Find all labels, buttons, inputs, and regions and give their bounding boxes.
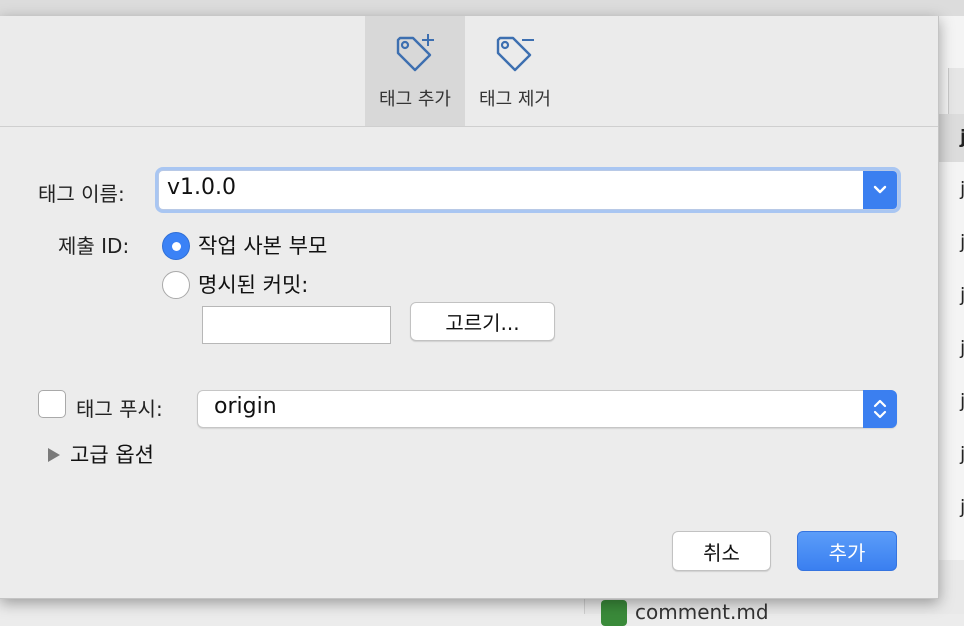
chevron-down-icon <box>873 185 887 194</box>
specified-commit-label[interactable]: 명시된 커밋: <box>198 269 308 299</box>
push-tag-checkbox[interactable] <box>38 390 66 418</box>
background-list-row: j <box>960 390 964 412</box>
background-commit-list: j j j j j j j j <box>938 16 964 614</box>
dialog-body: 태그 이름: v1.0.0 제출 ID: 작업 사본 부모 명시된 커밋: 고르… <box>0 127 938 598</box>
add-tag-tab[interactable]: 태그 추가 <box>365 16 465 126</box>
tag-name-dropdown-button[interactable] <box>863 171 897 209</box>
add-button[interactable]: 추가 <box>797 531 897 571</box>
remove-tag-tab[interactable]: 태그 제거 <box>465 16 565 126</box>
background-list-row: j <box>960 496 964 518</box>
background-list-row: j <box>960 443 964 465</box>
disclosure-triangle-icon[interactable] <box>46 447 62 463</box>
tag-remove-icon <box>496 36 534 72</box>
working-copy-parent-radio[interactable] <box>162 232 190 260</box>
tag-name-label: 태그 이름: <box>38 182 125 206</box>
background-list-row: j <box>960 337 964 359</box>
dialog-toolbar: 태그 추가 태그 제거 <box>0 16 938 127</box>
choose-commit-button-label: 고르기... <box>445 311 520 335</box>
remove-tag-tab-label: 태그 제거 <box>479 89 551 110</box>
push-tag-label: 태그 푸시: <box>76 397 163 421</box>
tag-name-value: v1.0.0 <box>167 175 236 200</box>
tag-add-icon <box>396 34 434 72</box>
remote-select-value: origin <box>214 394 277 419</box>
cancel-button[interactable]: 취소 <box>672 531 771 571</box>
background-file-name: comment.md <box>635 600 769 624</box>
specified-commit-radio[interactable] <box>162 271 190 299</box>
background-list-row: j <box>960 284 964 306</box>
remote-select-stepper[interactable] <box>863 390 897 428</box>
tag-dialog: 태그 추가 태그 제거 태그 이름: v1.0.0 제출 ID: 작업 사본 부… <box>0 16 939 599</box>
background-list-row: j <box>960 231 964 253</box>
updown-chevron-icon <box>873 399 887 419</box>
tag-name-combobox[interactable]: v1.0.0 <box>158 170 898 210</box>
added-file-icon <box>601 600 627 626</box>
cancel-button-label: 취소 <box>703 540 740 565</box>
working-copy-parent-label[interactable]: 작업 사본 부모 <box>198 230 327 260</box>
commit-id-label: 제출 ID: <box>58 234 130 258</box>
add-button-label: 추가 <box>828 540 866 565</box>
advanced-options-toggle[interactable]: 고급 옵션 <box>70 439 154 469</box>
specified-commit-input[interactable] <box>202 306 391 344</box>
background-list-row: j <box>960 126 964 148</box>
background-list-row: j <box>960 178 964 200</box>
add-tag-tab-label: 태그 추가 <box>379 89 451 110</box>
choose-commit-button[interactable]: 고르기... <box>410 302 555 341</box>
background-window-titlebar <box>0 0 964 17</box>
remote-select[interactable]: origin <box>197 390 897 428</box>
